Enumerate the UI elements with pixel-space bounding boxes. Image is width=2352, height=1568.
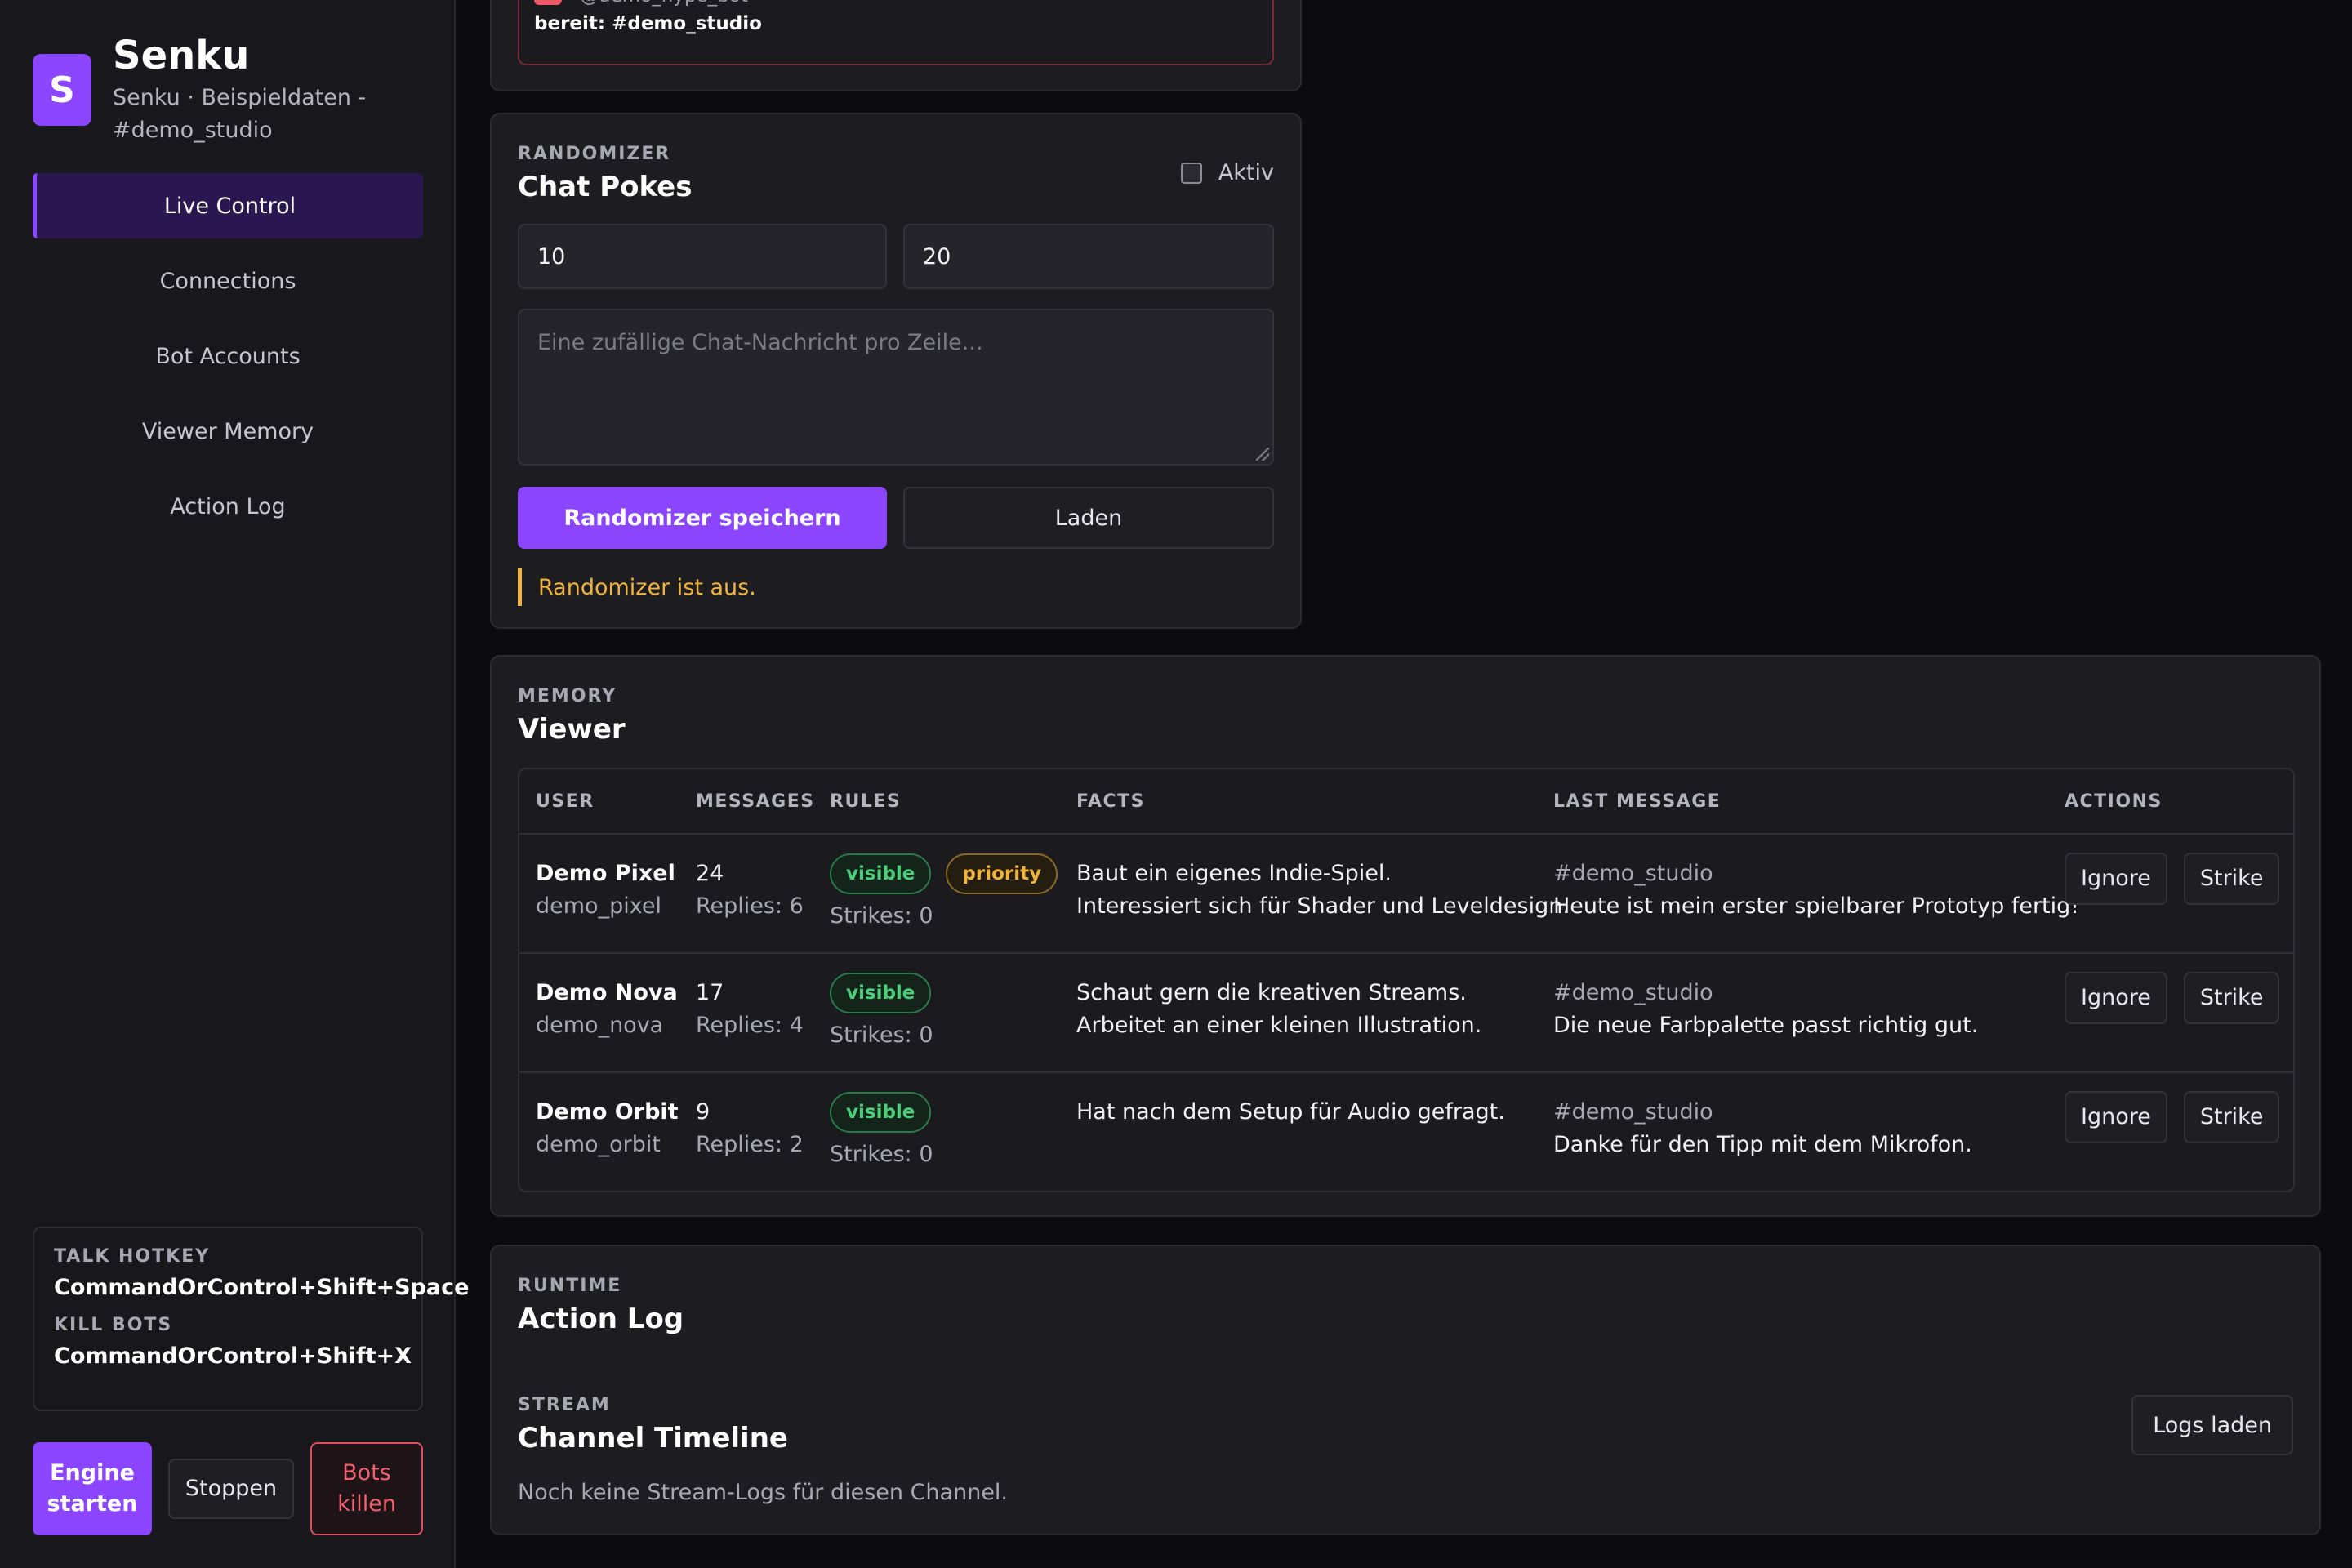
min-interval-input[interactable]: 10 bbox=[518, 224, 887, 289]
talk-hotkey-label: TALK HOTKEY bbox=[54, 1246, 211, 1267]
nav-item-viewer-memory[interactable]: Viewer Memory bbox=[33, 399, 423, 464]
last-message-text: Danke für den Tipp mit dem Mikrofon. bbox=[1553, 1132, 1972, 1157]
engine-stop-button[interactable]: Stoppen bbox=[168, 1459, 294, 1519]
app-title: Senku bbox=[113, 33, 250, 78]
bot-status-box: @demo_hype_bot bereit: #demo_studio bbox=[518, 0, 1274, 65]
viewer-login: demo_orbit bbox=[536, 1132, 661, 1157]
resize-handle-icon[interactable] bbox=[1256, 448, 1269, 461]
bot-handle: @demo_hype_bot bbox=[580, 0, 748, 7]
message-count: 9 bbox=[696, 1099, 710, 1125]
priority-badge: priority bbox=[946, 853, 1058, 894]
engine-controls: Engine starten Stoppen Bots killen bbox=[33, 1442, 423, 1535]
table-row: Demo Pixel demo_pixel 24 Replies: 6 visi… bbox=[519, 835, 2293, 954]
message-count: 24 bbox=[696, 861, 724, 886]
randomizer-eyebrow: RANDOMIZER bbox=[518, 144, 671, 164]
viewer-fact: Schaut gern die kreativen Streams. bbox=[1076, 980, 1467, 1005]
active-checkbox[interactable] bbox=[1180, 162, 1202, 184]
kill-bots-label: KILL BOTS bbox=[54, 1315, 173, 1335]
column-header-messages: MESSAGES bbox=[696, 791, 815, 812]
column-header-facts: FACTS bbox=[1076, 791, 1146, 812]
sidebar: S Senku Senku · Beispieldaten - #demo_st… bbox=[0, 0, 470, 1568]
last-message-channel: #demo_studio bbox=[1553, 1099, 1713, 1125]
bot-status-card: @demo_hype_bot bereit: #demo_studio bbox=[490, 0, 1302, 91]
randomizer-active-toggle[interactable]: Aktiv bbox=[1180, 160, 1274, 185]
memory-eyebrow: MEMORY bbox=[518, 686, 617, 706]
viewer-name: Demo Orbit bbox=[536, 1099, 679, 1125]
viewer-name: Demo Nova bbox=[536, 980, 678, 1005]
strike-button[interactable]: Strike bbox=[2183, 853, 2280, 905]
channel-timeline-title: Channel Timeline bbox=[518, 1422, 788, 1454]
strike-count: Strikes: 0 bbox=[830, 1022, 933, 1048]
talk-hotkey-value: CommandOrControl+Shift+Space bbox=[54, 1275, 470, 1300]
max-interval-input[interactable]: 20 bbox=[903, 224, 1274, 289]
stream-eyebrow: STREAM bbox=[518, 1395, 611, 1415]
visible-badge: visible bbox=[830, 853, 932, 894]
load-randomizer-button[interactable]: Laden bbox=[903, 487, 1274, 549]
kill-bots-value: CommandOrControl+Shift+X bbox=[54, 1343, 412, 1369]
reply-count: Replies: 4 bbox=[696, 1013, 804, 1038]
main-nav: Live Control Connections Bot Accounts Vi… bbox=[33, 173, 423, 549]
ignore-button[interactable]: Ignore bbox=[2065, 1091, 2167, 1143]
column-header-user: USER bbox=[536, 791, 595, 812]
viewer-login: demo_pixel bbox=[536, 893, 662, 919]
visible-badge: visible bbox=[830, 973, 932, 1013]
messages-placeholder: Eine zufällige Chat-Nachricht pro Zeile.… bbox=[537, 330, 983, 355]
message-count: 17 bbox=[696, 980, 724, 1005]
ignore-button[interactable]: Ignore bbox=[2065, 972, 2167, 1024]
bot-ready-status: bereit: #demo_studio bbox=[534, 13, 762, 34]
kill-bots-button[interactable]: Bots killen bbox=[310, 1442, 423, 1535]
last-message-text: Die neue Farbpalette passt richtig gut. bbox=[1553, 1013, 1979, 1038]
bot-status-dot bbox=[534, 0, 562, 5]
save-randomizer-button[interactable]: Randomizer speichern bbox=[518, 487, 887, 549]
engine-start-button[interactable]: Engine starten bbox=[33, 1442, 152, 1535]
column-header-actions: ACTIONS bbox=[2065, 791, 2163, 812]
nav-item-action-log[interactable]: Action Log bbox=[33, 474, 423, 539]
runtime-eyebrow: RUNTIME bbox=[518, 1276, 622, 1296]
action-log-card: RUNTIME Action Log STREAM Channel Timeli… bbox=[490, 1245, 2321, 1535]
last-message-text: Heute ist mein erster spielbarer Prototy… bbox=[1553, 893, 2080, 919]
column-header-last-message: LAST MESSAGE bbox=[1553, 791, 1722, 812]
active-label: Aktiv bbox=[1218, 160, 1274, 185]
app-subtitle: Senku · Beispieldaten - #demo_studio bbox=[113, 85, 367, 143]
strike-button[interactable]: Strike bbox=[2183, 1091, 2280, 1143]
column-header-rules: RULES bbox=[830, 791, 902, 812]
randomizer-card: RANDOMIZER Chat Pokes Aktiv 10 20 Eine z… bbox=[490, 113, 1302, 629]
randomizer-title: Chat Pokes bbox=[518, 171, 693, 203]
nav-item-live-control[interactable]: Live Control bbox=[33, 173, 423, 238]
nav-item-bot-accounts[interactable]: Bot Accounts bbox=[33, 323, 423, 389]
messages-textarea[interactable]: Eine zufällige Chat-Nachricht pro Zeile.… bbox=[518, 309, 1274, 466]
ignore-button[interactable]: Ignore bbox=[2065, 853, 2167, 905]
strike-button[interactable]: Strike bbox=[2183, 972, 2280, 1024]
viewer-name: Demo Pixel bbox=[536, 861, 675, 886]
hotkeys-panel: TALK HOTKEY CommandOrControl+Shift+Space… bbox=[33, 1227, 470, 1411]
memory-title: Viewer bbox=[518, 713, 626, 746]
strike-count: Strikes: 0 bbox=[830, 1142, 933, 1167]
viewer-fact: Hat nach dem Setup für Audio gefragt. bbox=[1076, 1099, 1505, 1125]
visible-badge: visible bbox=[830, 1092, 932, 1133]
viewer-table: USER MESSAGES RULES FACTS LAST MESSAGE A… bbox=[518, 768, 2295, 1192]
app-logo: S bbox=[33, 54, 91, 126]
viewer-fact: Interessiert sich für Shader und Levelde… bbox=[1076, 893, 1570, 919]
randomizer-status-notice: Randomizer ist aus. bbox=[518, 568, 756, 606]
strike-count: Strikes: 0 bbox=[830, 903, 933, 929]
table-row: Demo Nova demo_nova 17 Replies: 4 visibl… bbox=[519, 954, 2293, 1073]
viewer-fact: Arbeitet an einer kleinen Illustration. bbox=[1076, 1013, 1482, 1038]
last-message-channel: #demo_studio bbox=[1553, 861, 1713, 886]
empty-log-message: Noch keine Stream-Logs für diesen Channe… bbox=[518, 1480, 1009, 1505]
viewer-memory-card: MEMORY Viewer USER MESSAGES RULES FACTS … bbox=[490, 655, 2321, 1217]
viewer-login: demo_nova bbox=[536, 1013, 664, 1038]
last-message-channel: #demo_studio bbox=[1553, 980, 1713, 1005]
table-row: Demo Orbit demo_orbit 9 Replies: 2 visib… bbox=[519, 1073, 2293, 1191]
load-logs-button[interactable]: Logs laden bbox=[2132, 1395, 2293, 1455]
nav-item-connections[interactable]: Connections bbox=[33, 248, 423, 314]
reply-count: Replies: 6 bbox=[696, 893, 804, 919]
reply-count: Replies: 2 bbox=[696, 1132, 804, 1157]
action-log-title: Action Log bbox=[518, 1303, 684, 1335]
viewer-fact: Baut ein eigenes Indie-Spiel. bbox=[1076, 861, 1392, 886]
